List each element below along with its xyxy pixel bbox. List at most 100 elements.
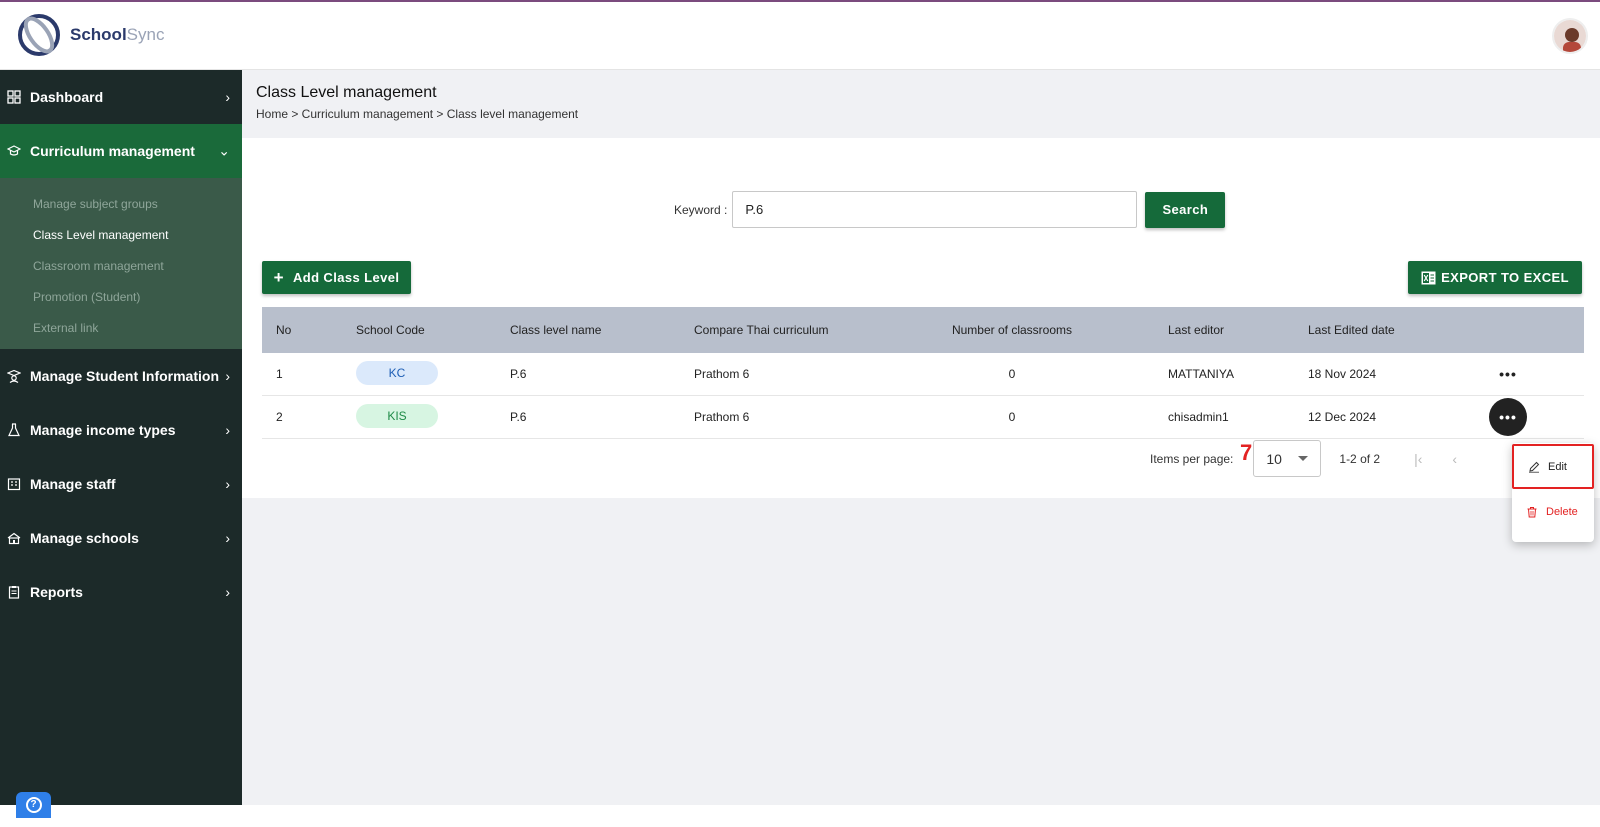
column-header-compare-thai-curriculum[interactable]: Compare Thai curriculum — [694, 323, 829, 337]
page-title: Class Level management — [256, 84, 437, 101]
student-icon — [7, 369, 21, 383]
sidebar-item-reports[interactable]: Reports › — [0, 565, 242, 619]
flask-icon — [8, 423, 20, 437]
content-card: Keyword : Search + Add Class Level EXPOR… — [242, 138, 1600, 498]
cell-school-code: KIS — [356, 404, 438, 428]
sidebar-item-manage-schools[interactable]: Manage schools › — [0, 511, 242, 565]
cell-compare-thai-curriculum: Prathom 6 — [694, 410, 750, 424]
cell-number-of-classrooms: 0 — [1008, 410, 1016, 424]
keyword-input[interactable] — [732, 191, 1138, 228]
column-header-class-level-name[interactable]: Class level name — [510, 323, 601, 337]
sidebar-item-label: Dashboard — [30, 89, 104, 105]
breadcrumb: Home > Curriculum management > Class lev… — [256, 107, 579, 121]
page-range: 1-2 of 2 — [1339, 451, 1381, 466]
column-header-last-editor[interactable]: Last editor — [1168, 323, 1224, 337]
plus-icon: + — [273, 268, 284, 287]
chevron-right-icon: › — [225, 89, 230, 105]
cell-last-editor: chisadmin1 — [1168, 410, 1229, 424]
grid-icon — [7, 90, 21, 104]
first-page-icon[interactable]: |‹ — [1414, 451, 1422, 467]
items-per-page-value: 10 — [1266, 450, 1282, 467]
school-code-badge: KC — [356, 361, 438, 385]
sidebar-item-label: Manage income types — [30, 422, 176, 438]
add-class-level-label: Add Class Level — [292, 270, 400, 285]
search-bar: Keyword : Search — [674, 191, 1226, 228]
cell-last-edited-date: 18 Nov 2024 — [1308, 367, 1377, 381]
sidebar-item-label: Reports — [30, 584, 83, 600]
chevron-right-icon: › — [225, 476, 230, 492]
pagination: Items per page: 10 1-2 of 2 |‹ ‹ — [1150, 440, 1457, 477]
cell-class-level-name: P.6 — [510, 367, 527, 381]
class-level-table: No School Code Class level name Compare … — [262, 307, 1584, 439]
user-avatar[interactable] — [1552, 18, 1588, 54]
export-to-excel-button[interactable]: EXPORT TO EXCEL — [1408, 261, 1582, 294]
schoolsync-logo-icon — [18, 14, 60, 56]
submenu-item-manage-subject-groups[interactable]: Manage subject groups — [0, 188, 242, 219]
school-icon — [7, 532, 21, 545]
items-per-page-label: Items per page: — [1150, 451, 1234, 466]
school-code-badge: KIS — [356, 404, 438, 428]
add-class-level-button[interactable]: + Add Class Level — [262, 261, 411, 294]
previous-page-icon[interactable]: ‹ — [1452, 451, 1457, 467]
sidebar-item-dashboard[interactable]: Dashboard › — [0, 70, 242, 124]
edit-label: Edit — [1548, 460, 1567, 473]
trash-icon — [1527, 506, 1537, 517]
question-icon: ? — [25, 797, 42, 813]
submenu-item-promotion-student[interactable]: Promotion (Student) — [0, 281, 242, 312]
excel-icon — [1421, 271, 1436, 284]
sidebar-item-label: Curriculum management — [30, 143, 195, 159]
cell-no: 2 — [276, 410, 283, 424]
pencil-icon — [1529, 461, 1540, 473]
chevron-right-icon: › — [225, 422, 230, 438]
sidebar-item-manage-income-types[interactable]: Manage income types › — [0, 403, 242, 457]
column-header-school-code[interactable]: School Code — [356, 323, 425, 337]
more-horizontal-icon: ••• — [1499, 366, 1517, 382]
page-header: Class Level management Home > Curriculum… — [242, 70, 1600, 138]
chevron-right-icon: › — [225, 368, 230, 384]
sidebar: Dashboard › Curriculum management ⌄ Mana… — [0, 70, 242, 805]
cell-compare-thai-curriculum: Prathom 6 — [694, 367, 750, 381]
column-header-number-of-classrooms[interactable]: Number of classrooms — [942, 323, 1082, 337]
app-logo[interactable]: SchoolSync — [16, 12, 164, 58]
table-row: 2 KIS P.6 Prathom 6 0 chisadmin1 12 Dec … — [262, 396, 1584, 439]
row-more-button[interactable]: ••• — [1486, 366, 1530, 382]
top-bar: SchoolSync — [0, 0, 1600, 70]
sidebar-item-label: Manage staff — [30, 476, 116, 492]
cell-last-editor: MATTANIYA — [1168, 367, 1234, 381]
main-content: Class Level management Home > Curriculum… — [242, 70, 1600, 805]
column-header-last-edited-date[interactable]: Last Edited date — [1308, 323, 1395, 337]
help-button[interactable]: ? — [16, 792, 51, 818]
submenu-item-external-link[interactable]: External link — [0, 312, 242, 343]
chevron-down-icon: ⌄ — [218, 142, 230, 159]
more-horizontal-icon: ••• — [1489, 397, 1527, 436]
cell-last-edited-date: 12 Dec 2024 — [1308, 410, 1377, 424]
row-more-button-active[interactable]: ••• — [1486, 397, 1530, 436]
cell-no: 1 — [276, 367, 283, 381]
search-button[interactable]: Search — [1145, 191, 1226, 228]
cell-school-code: KC — [356, 361, 438, 385]
app-name: SchoolSync — [70, 25, 165, 44]
table-header: No School Code Class level name Compare … — [262, 307, 1584, 353]
clipboard-icon — [8, 586, 20, 599]
cell-class-level-name: P.6 — [510, 410, 527, 424]
column-header-no[interactable]: No — [276, 323, 291, 337]
submenu-item-classroom-management[interactable]: Classroom management — [0, 250, 242, 281]
edit-menu-item[interactable]: Edit — [1512, 444, 1594, 489]
delete-label: Delete — [1546, 505, 1578, 518]
graduation-cap-icon — [7, 145, 21, 156]
sidebar-item-label: Manage schools — [30, 530, 139, 546]
caret-down-icon — [1298, 456, 1309, 461]
cell-number-of-classrooms: 0 — [1008, 367, 1016, 381]
submenu-item-class-level-management[interactable]: Class Level management — [0, 219, 242, 250]
sidebar-item-curriculum-management[interactable]: Curriculum management ⌄ — [0, 124, 242, 178]
step-annotation: 7 — [1240, 440, 1253, 465]
export-to-excel-label: EXPORT TO EXCEL — [1441, 270, 1569, 285]
sidebar-item-manage-staff[interactable]: Manage staff › — [0, 457, 242, 511]
keyword-label: Keyword : — [674, 202, 728, 217]
sidebar-item-label: Manage Student Information — [30, 368, 219, 384]
sidebar-item-manage-student-information[interactable]: Manage Student Information › — [0, 349, 242, 403]
items-per-page-select[interactable]: 10 — [1253, 440, 1322, 477]
chevron-right-icon: › — [225, 584, 230, 600]
building-icon — [7, 478, 21, 491]
delete-menu-item[interactable]: Delete — [1512, 489, 1594, 534]
